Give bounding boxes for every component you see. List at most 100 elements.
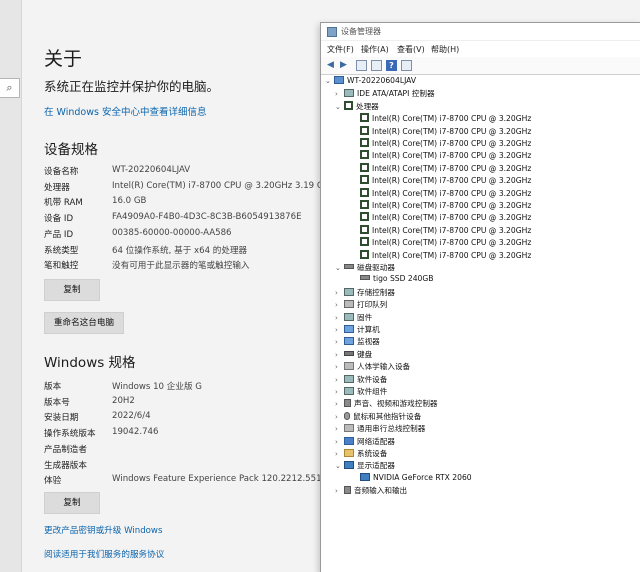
tree-expander-icon[interactable]: ›	[335, 351, 344, 359]
tree-category[interactable]: › 存储控制器	[335, 287, 395, 299]
copy-device-spec-button[interactable]: 复制	[44, 279, 100, 301]
spec-row: 版本 Windows 10 企业版 G	[44, 378, 314, 394]
tree-category[interactable]: › 固件	[335, 312, 372, 324]
spec-key: 产品 ID	[44, 229, 74, 240]
tree-category[interactable]: › 人体学输入设备	[335, 361, 410, 373]
tree-category[interactable]: › 计算机	[335, 324, 380, 336]
spec-key: 体验	[44, 476, 62, 487]
tree-expander-icon[interactable]: ⌄	[325, 77, 334, 85]
menu-help[interactable]: 帮助(H)	[431, 44, 459, 55]
tree-node-label: 通用串行总线控制器	[357, 424, 426, 434]
cpu-icon	[360, 150, 369, 160]
chip-icon	[344, 89, 354, 98]
tree-expander-icon[interactable]: ›	[335, 425, 344, 433]
tree-expander-icon[interactable]: ›	[335, 400, 344, 408]
security-center-link[interactable]: 在 Windows 安全中心中查看详细信息	[44, 104, 206, 118]
spec-value: 00385-60000-00000-AA586	[112, 227, 232, 238]
tree-category[interactable]: › 软件组件	[335, 386, 387, 398]
tree-device[interactable]: Intel(R) Core(TM) i7-8700 CPU @ 3.20GHz	[351, 138, 531, 150]
tree-category[interactable]: › 鼠标和其他指针设备	[335, 411, 421, 423]
tree-expander-icon[interactable]: ›	[335, 388, 344, 396]
tree-expander-icon[interactable]: ›	[335, 438, 344, 446]
tree-device[interactable]: Intel(R) Core(TM) i7-8700 CPU @ 3.20GHz	[351, 150, 531, 162]
forward-arrow-icon[interactable]: ▶	[338, 60, 349, 71]
tree-expander-icon[interactable]: ›	[335, 338, 344, 346]
tree-device[interactable]: Intel(R) Core(TM) i7-8700 CPU @ 3.20GHz	[351, 249, 531, 262]
cpu-icon	[360, 138, 369, 147]
device-tree: ⌄ WT-20220604LJAV › IDE ATA/ATAPI 控制器 ⌄ 处理器 In…	[321, 76, 640, 571]
tree-device[interactable]: Intel(R) Core(TM) i7-8700 CPU @ 3.20GHz	[351, 212, 531, 224]
tree-device[interactable]: Intel(R) Core(TM) i7-8700 CPU @ 3.20GHz	[351, 175, 531, 187]
tree-expander-icon[interactable]: ›	[335, 326, 344, 334]
service-agreement-link[interactable]: 阅读适用于我们服务的服务协议	[44, 548, 164, 560]
chip-icon	[344, 312, 354, 321]
tree-category[interactable]: › 音频输入和输出	[335, 485, 407, 497]
properties-icon[interactable]	[356, 60, 367, 71]
spec-value: Intel(R) Core(TM) i7-8700 CPU @ 3.20GHz …	[112, 180, 335, 191]
tree-node-label: 人体学输入设备	[357, 362, 411, 372]
show-hidden-icon[interactable]	[371, 60, 382, 71]
tree-device[interactable]: tigo SSD 240GB	[351, 274, 433, 286]
tree-node-label: 计算机	[357, 325, 380, 334]
tree-expander-icon[interactable]: ›	[335, 413, 344, 421]
tree-device[interactable]: Intel(R) Core(TM) i7-8700 CPU @ 3.20GHz	[351, 237, 531, 249]
tree-node-label: 磁盘驱动器	[357, 263, 395, 272]
spec-key: 版本号	[44, 397, 70, 408]
copy-windows-spec-button[interactable]: 复制	[44, 492, 100, 514]
tree-expander-icon[interactable]: ⌄	[335, 264, 344, 272]
tree-node-label: Intel(R) Core(TM) i7-8700 CPU @ 3.20GHz	[372, 163, 532, 173]
tree-category[interactable]: › 监视器	[335, 336, 380, 348]
back-arrow-icon[interactable]: ◀	[325, 60, 336, 71]
help-icon[interactable]: ?	[386, 60, 397, 71]
spec-key: 机带 RAM	[44, 198, 83, 209]
device-manager-icon	[327, 27, 337, 37]
tree-category[interactable]: › 打印队列	[335, 299, 387, 311]
spec-key: 设备名称	[44, 167, 79, 177]
tree-expander-icon[interactable]: ›	[335, 450, 344, 458]
tree-expander-icon[interactable]: ⌄	[335, 462, 344, 470]
upgrade-windows-link[interactable]: 更改产品密钥或升级 Windows	[44, 524, 162, 536]
tree-device[interactable]: NVIDIA GeForce RTX 2060	[351, 472, 472, 485]
tree-device[interactable]: Intel(R) Core(TM) i7-8700 CPU @ 3.20GHz	[351, 162, 532, 175]
tree-device[interactable]: Intel(R) Core(TM) i7-8700 CPU @ 3.20GHz	[351, 200, 531, 212]
title-bar[interactable]: 设备管理器	[321, 23, 640, 41]
tree-category[interactable]: › 通用串行总线控制器	[335, 423, 425, 435]
sound-icon	[344, 399, 351, 408]
tree-category[interactable]: ⌄ 磁盘驱动器	[335, 262, 395, 274]
tree-category[interactable]: › 软件设备	[335, 374, 387, 386]
tree-category[interactable]: ⌄ 处理器	[335, 100, 379, 113]
tree-node-label: WT-20220604LJAV	[347, 76, 417, 85]
spec-value: 2022/6/4	[112, 411, 151, 422]
tree-node-label: 监视器	[357, 337, 380, 347]
tree-device[interactable]: Intel(R) Core(TM) i7-8700 CPU @ 3.20GHz	[351, 113, 531, 125]
rename-pc-button[interactable]: 重命名这台电脑	[44, 312, 124, 334]
scan-icon[interactable]	[401, 60, 412, 71]
tree-category[interactable]: ⌄ 显示适配器	[335, 460, 395, 472]
chip-icon	[344, 387, 354, 395]
tree-expander-icon[interactable]: ›	[335, 301, 344, 309]
tree-expander-icon[interactable]: ›	[335, 363, 344, 371]
tree-expander-icon[interactable]: ›	[335, 289, 344, 297]
tree-category[interactable]: › 网络适配器	[335, 436, 395, 448]
search-icon[interactable]: ⌕	[0, 78, 20, 98]
tree-expander-icon[interactable]: ⌄	[335, 103, 344, 111]
spec-value: Windows Feature Experience Pack 120.2212…	[112, 474, 330, 485]
tree-device[interactable]: Intel(R) Core(TM) i7-8700 CPU @ 3.20GHz	[351, 125, 531, 138]
tree-node-label: 软件设备	[357, 374, 388, 384]
tree-expander-icon[interactable]: ›	[335, 487, 344, 495]
tree-root-computer[interactable]: ⌄ WT-20220604LJAV	[325, 76, 416, 88]
tree-category[interactable]: › 系统设备	[335, 448, 387, 460]
menu-view[interactable]: 查看(V)	[397, 44, 425, 55]
tree-expander-icon[interactable]: ›	[335, 376, 344, 384]
keyboard-icon	[344, 350, 354, 356]
menu-file[interactable]: 文件(F)	[327, 44, 354, 55]
tree-expander-icon[interactable]: ›	[335, 90, 344, 98]
tree-category[interactable]: › 键盘	[335, 349, 372, 361]
menu-action[interactable]: 操作(A)	[361, 44, 389, 55]
tree-category[interactable]: › IDE ATA/ATAPI 控制器	[335, 88, 435, 100]
tree-device[interactable]: Intel(R) Core(TM) i7-8700 CPU @ 3.20GHz	[351, 224, 531, 237]
tree-expander-icon[interactable]: ›	[335, 314, 344, 322]
tree-device[interactable]: Intel(R) Core(TM) i7-8700 CPU @ 3.20GHz	[351, 187, 531, 200]
tree-category[interactable]: › 声音、视频和游戏控制器	[335, 398, 438, 410]
spec-value: 20H2	[112, 395, 135, 406]
